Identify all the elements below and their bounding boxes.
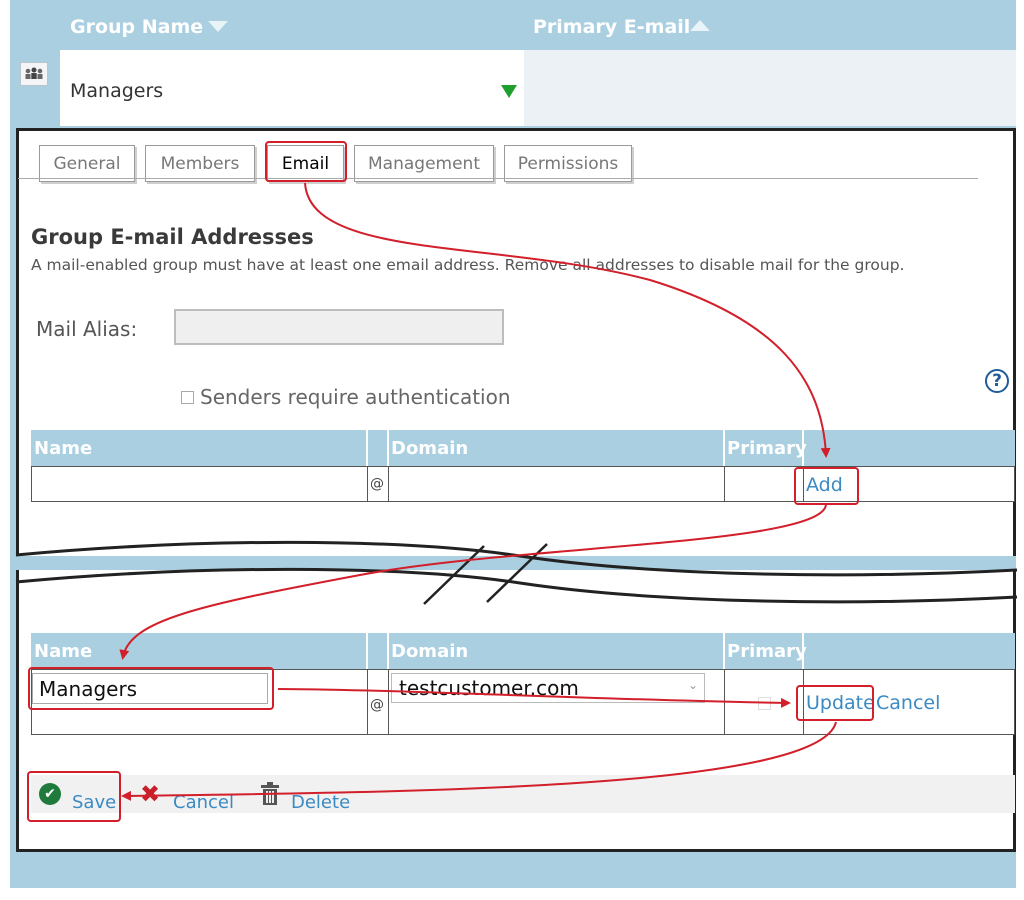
header-divider (723, 633, 725, 669)
section-description: A mail-enabled group must have at least … (31, 256, 905, 274)
group-name-value[interactable]: Managers (70, 80, 163, 102)
tab-underline (18, 178, 978, 179)
mail-alias-label: Mail Alias: (36, 317, 138, 341)
edit-col-domain: Domain (388, 633, 718, 669)
senders-auth-checkbox[interactable] (181, 391, 194, 404)
header-divider (387, 430, 389, 466)
group-users-icon (20, 62, 48, 86)
header-divider (802, 430, 804, 466)
chevron-down-icon: ⌄ (687, 678, 698, 692)
cell-divider (388, 669, 389, 735)
group-row-email-cell (524, 50, 1016, 126)
tab-general[interactable]: General (39, 145, 135, 182)
cell-divider (724, 669, 725, 735)
primary-email-header[interactable]: Primary E-mail (533, 16, 690, 38)
cell-divider (724, 466, 725, 502)
header-divider (366, 633, 368, 669)
delete-button[interactable]: Delete (291, 792, 350, 813)
sort-up-icon[interactable] (690, 20, 710, 31)
tab-permissions[interactable]: Permissions (504, 145, 632, 182)
add-highlight (794, 467, 859, 505)
senders-auth-label: Senders require authentication (200, 385, 511, 409)
col-primary: Primary (724, 430, 807, 466)
edit-col-primary: Primary (724, 633, 807, 669)
triangle-down-green-icon[interactable] (500, 83, 518, 99)
cell-divider (367, 466, 368, 502)
domain-select[interactable]: testcustomer.com ⌄ (391, 673, 705, 703)
group-name-header[interactable]: Group Name (70, 16, 203, 38)
edit-col-name: Name (31, 633, 361, 669)
header-divider (366, 430, 368, 466)
cell-divider (388, 466, 389, 502)
domain-value: testcustomer.com (399, 676, 579, 700)
header-divider (802, 633, 804, 669)
help-icon[interactable]: ? (985, 369, 1009, 393)
section-title: Group E-mail Addresses (31, 225, 314, 249)
col-domain: Domain (388, 430, 718, 466)
trash-icon[interactable] (259, 782, 281, 806)
cancel-edit-link[interactable]: Cancel (876, 692, 940, 714)
col-name: Name (31, 430, 361, 466)
tab-management[interactable]: Management (354, 145, 494, 182)
table-row (31, 466, 1015, 502)
name-input-highlight (28, 667, 274, 710)
sort-down-icon[interactable] (208, 21, 228, 32)
cancel-button[interactable]: Cancel (173, 792, 234, 813)
primary-checkbox[interactable] (758, 697, 771, 710)
tab-members[interactable]: Members (145, 145, 255, 182)
email-tab-highlight (265, 141, 347, 182)
cell-divider (367, 669, 368, 735)
update-highlight (796, 685, 874, 721)
header-divider (723, 430, 725, 466)
mail-alias-input[interactable] (174, 309, 504, 345)
at-symbol: @ (370, 697, 384, 713)
header-divider (387, 633, 389, 669)
save-highlight (27, 771, 121, 822)
close-icon[interactable]: ✖ (140, 780, 160, 808)
at-symbol: @ (370, 476, 384, 492)
